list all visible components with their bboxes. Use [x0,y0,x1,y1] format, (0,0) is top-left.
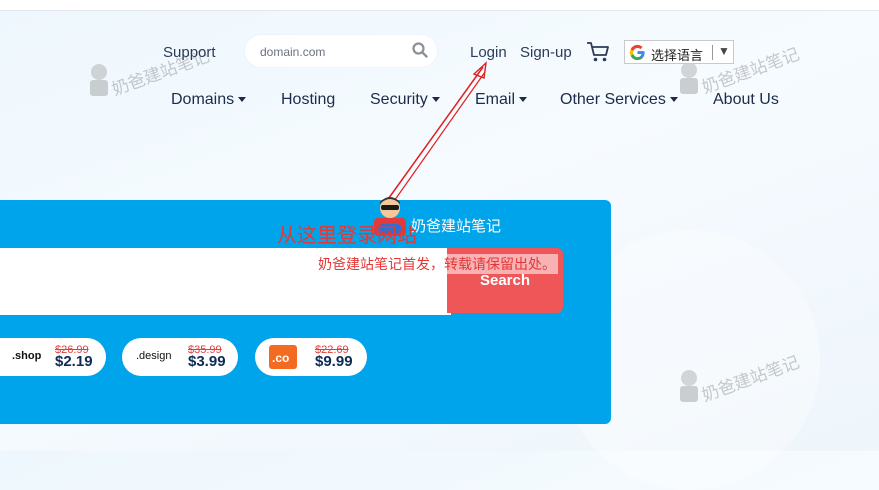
repost-notice: 奶爸建站笔记首发，转载请保留出处。 [316,254,558,274]
arrow-caption: 从这里登录网站 [277,225,417,247]
mascot-caption: 奶爸建站笔记 [411,218,502,235]
